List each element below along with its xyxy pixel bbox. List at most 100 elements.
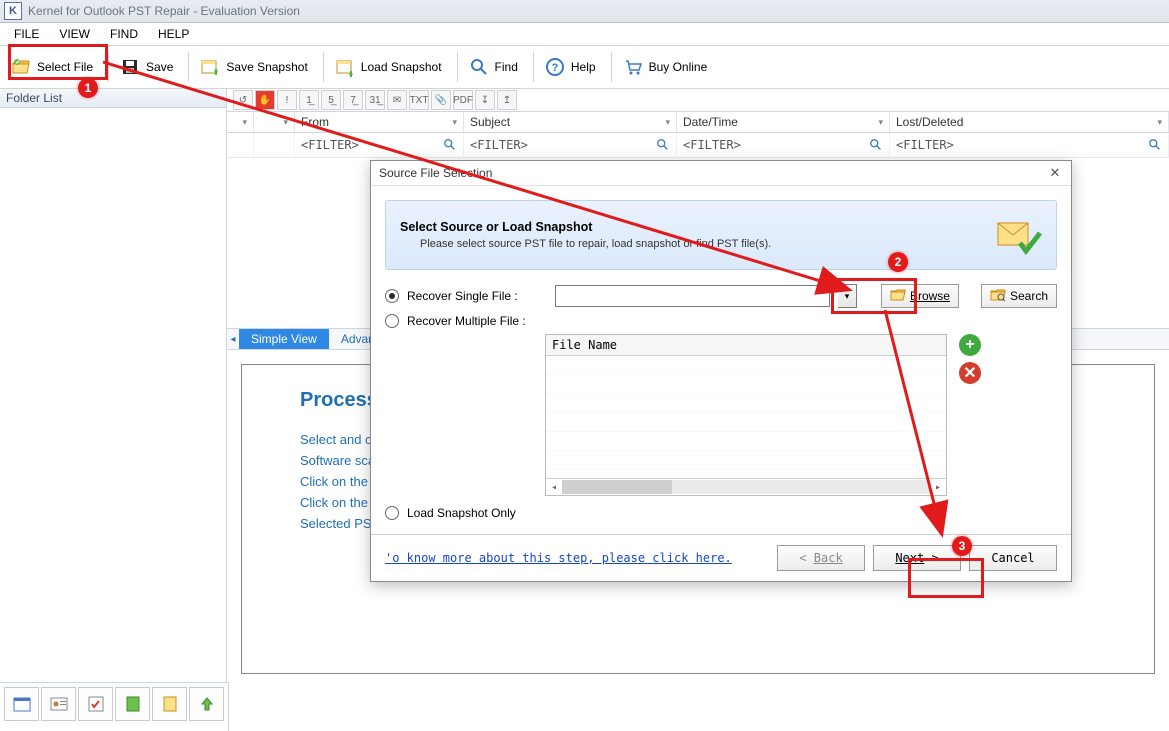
notes-icon[interactable] bbox=[115, 687, 150, 721]
task-icon[interactable] bbox=[78, 687, 113, 721]
load-snapshot-row: Load Snapshot Only bbox=[385, 506, 1057, 520]
cart-icon bbox=[623, 57, 643, 77]
callout-2: 2 bbox=[888, 252, 908, 272]
app-icon: K bbox=[4, 2, 22, 20]
search-icon bbox=[1148, 138, 1162, 152]
next-button[interactable]: Next > bbox=[873, 545, 961, 571]
find-label: Find bbox=[495, 60, 518, 74]
recover-multiple-row: Recover Multiple File : bbox=[385, 314, 1057, 328]
mini-flag-icon[interactable]: ! bbox=[277, 90, 297, 110]
callout-3: 3 bbox=[952, 536, 972, 556]
tab-simple-view[interactable]: Simple View bbox=[239, 329, 329, 349]
load-snapshot-label: Load Snapshot bbox=[361, 60, 442, 74]
folder-open-icon bbox=[11, 57, 31, 77]
col-from[interactable]: From▾ bbox=[295, 112, 464, 132]
buy-online-label: Buy Online bbox=[649, 60, 708, 74]
file-list[interactable]: File Name ◂ ▸ bbox=[545, 334, 947, 496]
help-icon: ? bbox=[545, 57, 565, 77]
cancel-button[interactable]: Cancel bbox=[969, 545, 1057, 571]
close-icon[interactable]: ✕ bbox=[1047, 165, 1063, 181]
mini-day5-icon[interactable]: 5̲ bbox=[321, 90, 341, 110]
scroll-left-icon[interactable]: ◂ bbox=[546, 482, 562, 493]
title-bar: K Kernel for Outlook PST Repair - Evalua… bbox=[0, 0, 1169, 23]
mini-refresh-icon[interactable]: ↺ bbox=[233, 90, 253, 110]
filter-subject[interactable]: <FILTER> bbox=[464, 133, 677, 157]
mini-attach-icon[interactable]: 📎 bbox=[431, 90, 451, 110]
info-banner: Select Source or Load Snapshot Please se… bbox=[385, 200, 1057, 270]
folder-search-icon bbox=[990, 287, 1006, 306]
help-button[interactable]: ? Help bbox=[538, 52, 607, 82]
folder-icon bbox=[890, 287, 906, 306]
scroll-right-icon[interactable]: ▸ bbox=[930, 482, 946, 493]
file-list-area: File Name ◂ ▸ + ✕ bbox=[545, 334, 1057, 496]
back-button[interactable]: < Back bbox=[777, 545, 865, 571]
select-file-label: Select File bbox=[37, 60, 93, 74]
filter-from[interactable]: <FILTER> bbox=[295, 133, 464, 157]
menu-help[interactable]: HELP bbox=[150, 25, 197, 43]
info-description: Please select source PST file to repair,… bbox=[420, 238, 984, 250]
search-button[interactable]: Search bbox=[981, 284, 1057, 308]
mini-mail-icon[interactable]: ✉ bbox=[387, 90, 407, 110]
col-datetime[interactable]: Date/Time▾ bbox=[677, 112, 890, 132]
journal-icon[interactable] bbox=[152, 687, 187, 721]
load-snapshot-button[interactable]: Load Snapshot bbox=[328, 52, 453, 82]
search-icon bbox=[869, 138, 883, 152]
mini-day1-icon[interactable]: 1̲ bbox=[299, 90, 319, 110]
col-selector-a[interactable]: ▾ bbox=[227, 112, 254, 132]
mini-pdf-icon[interactable]: PDF bbox=[453, 90, 473, 110]
mini-day7-icon[interactable]: 7̲ bbox=[343, 90, 363, 110]
col-selector-b[interactable]: ▾ bbox=[254, 112, 295, 132]
col-subject[interactable]: Subject▾ bbox=[464, 112, 677, 132]
mini-export-icon[interactable]: ↥ bbox=[497, 90, 517, 110]
contact-icon[interactable] bbox=[41, 687, 76, 721]
filter-lost[interactable]: <FILTER> bbox=[890, 133, 1169, 157]
info-heading: Select Source or Load Snapshot bbox=[400, 220, 592, 234]
radio-recover-single[interactable] bbox=[385, 289, 399, 303]
envelope-check-icon bbox=[994, 211, 1042, 259]
save-snapshot-icon bbox=[200, 57, 220, 77]
dialog-title-bar: Source File Selection ✕ bbox=[371, 161, 1071, 186]
search-icon bbox=[656, 138, 670, 152]
menu-view[interactable]: VIEW bbox=[51, 25, 98, 43]
source-path-input[interactable] bbox=[555, 285, 830, 307]
mini-stop-icon[interactable]: ✋ bbox=[255, 90, 275, 110]
mini-txt-icon[interactable]: TXT bbox=[409, 90, 429, 110]
radio-recover-multiple[interactable] bbox=[385, 314, 399, 328]
radio-load-snapshot[interactable] bbox=[385, 506, 399, 520]
remove-file-button[interactable]: ✕ bbox=[959, 362, 981, 384]
svg-text:?: ? bbox=[552, 62, 559, 74]
file-list-header: File Name bbox=[546, 335, 946, 356]
tab-scroll-left[interactable]: ◂ bbox=[227, 329, 239, 349]
help-label: Help bbox=[571, 60, 596, 74]
toolbar: Select File Save Save Snapshot Load Snap… bbox=[0, 46, 1169, 89]
load-snapshot-icon bbox=[335, 57, 355, 77]
grid-column-headers: ▾ ▾ From▾ Subject▾ Date/Time▾ Lost/Delet… bbox=[227, 112, 1169, 133]
find-button[interactable]: Find bbox=[462, 52, 529, 82]
help-link[interactable]: 'o know more about this step, please cli… bbox=[385, 551, 732, 565]
source-path-dropdown[interactable]: ▾ bbox=[838, 284, 857, 308]
grid-filter-row: <FILTER> <FILTER> <FILTER> <FILTER> bbox=[227, 133, 1169, 158]
folder-list-panel: Folder List bbox=[0, 89, 227, 688]
mini-day31-icon[interactable]: 31̲ bbox=[365, 90, 385, 110]
col-lost-deleted[interactable]: Lost/Deleted▾ bbox=[890, 112, 1169, 132]
menu-file[interactable]: FILE bbox=[6, 25, 47, 43]
calendar-icon[interactable] bbox=[4, 687, 39, 721]
callout-1: 1 bbox=[78, 78, 98, 98]
up-arrow-icon[interactable] bbox=[189, 687, 224, 721]
buy-online-button[interactable]: Buy Online bbox=[616, 52, 719, 82]
filter-datetime[interactable]: <FILTER> bbox=[677, 133, 890, 157]
status-bar bbox=[0, 682, 229, 731]
save-label: Save bbox=[146, 60, 173, 74]
recover-single-label: Recover Single File : bbox=[407, 289, 547, 303]
save-snapshot-button[interactable]: Save Snapshot bbox=[193, 52, 318, 82]
mini-import-icon[interactable]: ↧ bbox=[475, 90, 495, 110]
save-button[interactable]: Save bbox=[113, 52, 184, 82]
mini-toolbar: ↺ ✋ ! 1̲ 5̲ 7̲ 31̲ ✉ TXT 📎 PDF ↧ ↥ bbox=[227, 89, 1169, 112]
menu-find[interactable]: FIND bbox=[102, 25, 146, 43]
file-list-scrollbar[interactable]: ◂ ▸ bbox=[546, 478, 946, 495]
browse-button[interactable]: Browse bbox=[881, 284, 959, 308]
window-title: Kernel for Outlook PST Repair - Evaluati… bbox=[28, 4, 300, 18]
add-file-button[interactable]: + bbox=[959, 334, 981, 356]
search-icon bbox=[443, 138, 457, 152]
menu-bar: FILE VIEW FIND HELP bbox=[0, 23, 1169, 46]
